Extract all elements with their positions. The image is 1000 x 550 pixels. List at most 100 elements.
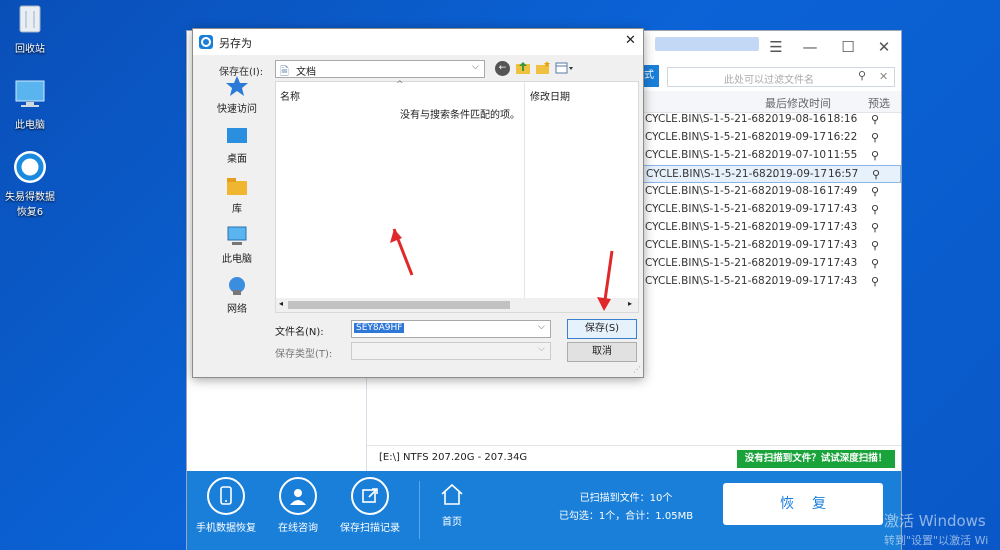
row-date: 2019-09-17 xyxy=(765,131,827,143)
preview-search-icon[interactable]: ⚲ xyxy=(871,257,879,270)
row-time: 17:43 xyxy=(827,275,858,287)
phone-icon xyxy=(207,477,245,515)
place-library[interactable]: 库 xyxy=(201,175,273,215)
app-shortcut-icon xyxy=(12,150,48,184)
preview-search-icon[interactable]: ⚲ xyxy=(871,203,879,216)
annotation-arrow xyxy=(597,250,614,311)
chevron-down-icon: ⌵ xyxy=(538,344,545,354)
row-date: 2019-09-17 xyxy=(765,239,827,251)
desktop-icon-app[interactable]: 失易得数据 恢复6 xyxy=(0,150,60,218)
checked-summary: 已勾选：1个，合计：1.05MB xyxy=(558,511,694,522)
row-path: CYCLE.BIN\S-1-5-21-68... xyxy=(645,239,775,251)
desktop-icon-label: 失易得数据 xyxy=(5,192,55,203)
filetype-dropdown[interactable]: ⌵ xyxy=(351,342,551,360)
desktop-icon-recycle-bin[interactable]: 回收站 xyxy=(0,2,60,55)
save-in-value: 文档 xyxy=(296,67,316,78)
document-folder-icon: 🗎 xyxy=(280,65,289,78)
preview-search-icon[interactable]: ⚲ xyxy=(871,239,879,252)
row-path: CYCLE.BIN\S-1-5-21-68... xyxy=(645,275,775,287)
filename-input[interactable]: SEY8A9HF ⌵ xyxy=(351,320,551,338)
deep-scan-button[interactable]: 没有扫描到文件？试试深度扫描！ xyxy=(737,450,895,468)
row-time: 16:22 xyxy=(827,131,858,143)
computer-icon xyxy=(12,78,48,112)
place-network[interactable]: 网络 xyxy=(201,275,273,315)
place-computer[interactable]: 此电脑 xyxy=(201,225,273,265)
save-scan-record-button[interactable]: 保存扫描记录 xyxy=(333,477,407,534)
row-date: 2019-09-17 xyxy=(766,168,828,180)
online-consult-button[interactable]: 在线咨询 xyxy=(261,477,335,534)
maximize-icon[interactable]: ☐ xyxy=(837,37,859,57)
place-desktop[interactable]: 桌面 xyxy=(201,125,273,165)
preview-search-icon[interactable]: ⚲ xyxy=(871,185,879,198)
home-icon xyxy=(415,481,489,507)
row-date: 2019-09-17 xyxy=(765,275,827,287)
row-path: CYCLE.BIN\S-1-5-21-68... xyxy=(645,149,775,161)
desktop-icon-computer[interactable]: 此电脑 xyxy=(0,78,60,131)
row-time: 17:43 xyxy=(827,257,858,269)
save-in-dropdown[interactable]: 🗎 文档 ⌵ xyxy=(275,60,485,78)
minimize-icon[interactable]: — xyxy=(799,37,821,57)
app-bottom-bar: 手机数据恢复 在线咨询 保存扫描记录 首页 已扫描到文件：10个 已勾选：1个，… xyxy=(187,471,901,550)
annotation-arrow xyxy=(390,228,414,276)
row-time: 17:43 xyxy=(827,239,858,251)
preview-search-icon[interactable]: ⚲ xyxy=(871,275,879,288)
cancel-button[interactable]: 取消 xyxy=(567,342,637,362)
back-icon[interactable]: ← xyxy=(495,61,510,76)
row-date: 2019-09-17 xyxy=(765,257,827,269)
row-date: 2019-08-16 xyxy=(765,185,827,197)
resize-grip-icon[interactable]: ⋰ xyxy=(633,365,641,374)
dialog-title: 另存为 xyxy=(219,37,252,50)
filter-placeholder: 此处可以过滤文件名 xyxy=(724,75,814,86)
drive-info: [E:\] NTFS 207.20G - 207.34G xyxy=(379,452,528,463)
filename-value: SEY8A9HF xyxy=(354,323,405,333)
chevron-down-icon: ⌵ xyxy=(538,322,545,332)
col-modified[interactable]: 最后修改时间 xyxy=(765,95,831,111)
filetype-label: 保存类型(T): xyxy=(275,349,333,360)
view-menu-icon[interactable] xyxy=(555,61,575,76)
dialog-close-icon[interactable]: ✕ xyxy=(625,33,636,48)
filename-label: 文件名(N): xyxy=(275,327,324,338)
row-time: 17:43 xyxy=(827,221,858,233)
preview-search-icon[interactable]: ⚲ xyxy=(871,113,879,126)
row-path: CYCLE.BIN\S-1-5-21-68... xyxy=(645,257,775,269)
row-time: 16:57 xyxy=(828,168,859,180)
place-star[interactable]: 快速访问 xyxy=(201,75,273,115)
chevron-down-icon: ⌵ xyxy=(472,62,479,72)
desktop-icon xyxy=(225,125,249,147)
search-icon[interactable]: ⚲ xyxy=(858,69,866,82)
new-folder-icon[interactable] xyxy=(535,60,551,76)
row-path: CYCLE.BIN\S-1-5-21-68... xyxy=(645,185,775,197)
preview-search-icon[interactable]: ⚲ xyxy=(871,131,879,144)
phone-recovery-button[interactable]: 手机数据恢复 xyxy=(189,477,263,534)
col-preview[interactable]: 预选 xyxy=(868,95,890,111)
filter-search-field[interactable]: 此处可以过滤文件名 ⚲ ✕ xyxy=(667,67,895,87)
row-path: CYCLE.BIN\S-1-5-21-68... xyxy=(646,168,776,180)
preview-search-icon[interactable]: ⚲ xyxy=(871,221,879,234)
close-icon[interactable]: ✕ xyxy=(873,37,895,57)
recover-button[interactable]: 恢复 xyxy=(723,483,883,525)
row-date: 2019-09-17 xyxy=(765,221,827,233)
places-sidebar: 快速访问桌面库此电脑网络 xyxy=(201,75,273,375)
activation-watermark-sub: 转到"设置"以激活 Wi xyxy=(884,534,989,547)
scrollbar-thumb[interactable] xyxy=(288,301,510,309)
save-record-icon xyxy=(351,477,389,515)
activation-watermark: 激活 Windows xyxy=(884,512,986,530)
preview-search-icon[interactable]: ⚲ xyxy=(872,168,880,181)
recycle-bin-icon xyxy=(12,2,48,36)
dialog-titlebar: 另存为 ✕ xyxy=(193,29,643,55)
file-list-area[interactable]: 名称 ^ 修改日期 没有与搜索条件匹配的项。 ◂ ▸ xyxy=(275,80,639,313)
scroll-left-icon[interactable]: ◂ xyxy=(279,299,283,308)
place-label: 网络 xyxy=(227,304,247,315)
computer-icon xyxy=(225,225,249,247)
column-divider xyxy=(524,82,525,298)
horizontal-scrollbar[interactable]: ◂ ▸ xyxy=(276,298,638,312)
col-date-header[interactable]: 修改日期 xyxy=(530,88,570,103)
col-name-header[interactable]: 名称 xyxy=(280,88,300,103)
menu-icon[interactable]: ☰ xyxy=(765,37,787,57)
status-bar: [E:\] NTFS 207.20G - 207.34G 没有扫描到文件？试试深… xyxy=(367,445,901,471)
up-folder-icon[interactable] xyxy=(515,60,531,76)
home-button[interactable]: 首页 xyxy=(415,481,489,528)
clear-icon[interactable]: ✕ xyxy=(879,70,888,83)
preview-search-icon[interactable]: ⚲ xyxy=(871,149,879,162)
phone-recovery-label: 手机数据恢复 xyxy=(196,523,256,534)
